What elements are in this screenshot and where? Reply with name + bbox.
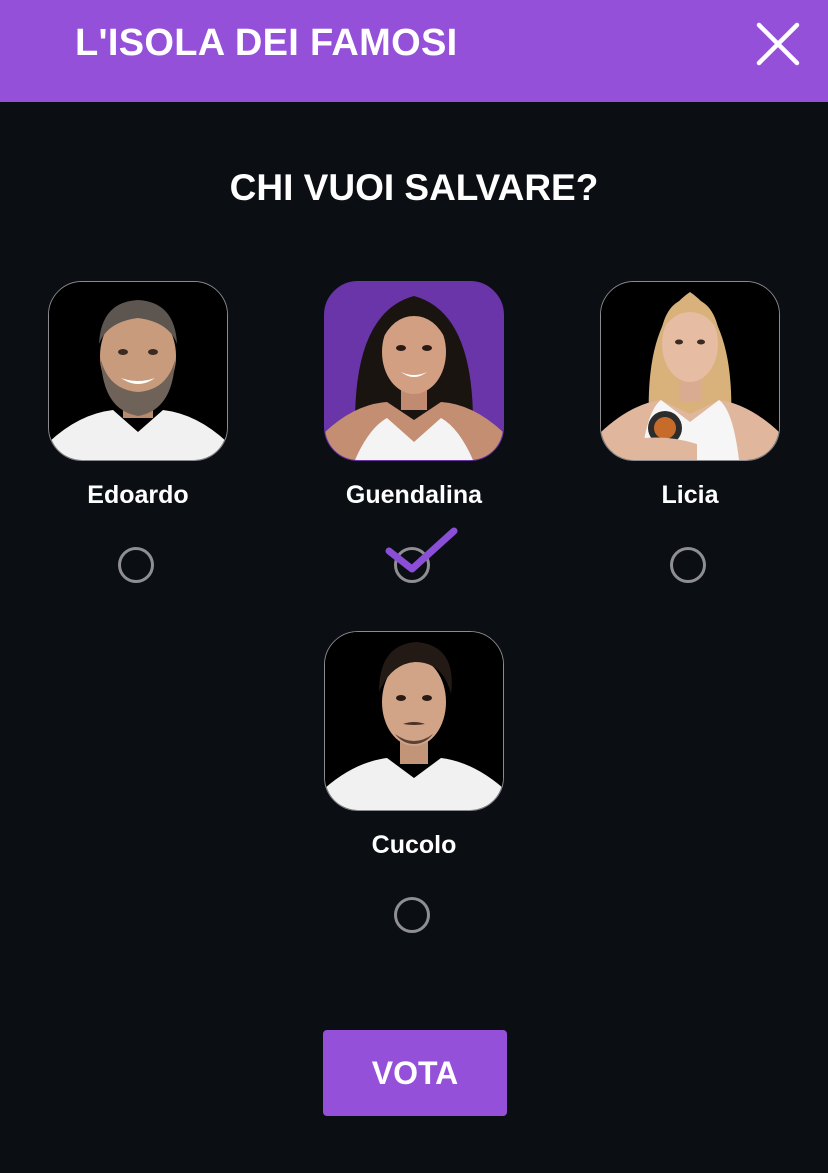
radio-cucolo[interactable] (394, 897, 430, 933)
avatar-guendalina[interactable] (324, 281, 504, 461)
candidate-name: Cucolo (371, 831, 457, 859)
app-title: L'ISOLA DEI FAMOSI (75, 22, 458, 64)
portrait-edoardo (49, 282, 227, 460)
radio-licia[interactable] (670, 547, 706, 583)
portrait-licia (601, 282, 779, 460)
portrait-cucolo (325, 632, 503, 810)
checkmark-icon (385, 527, 458, 573)
vote-question: CHI VUOI SALVARE? (229, 167, 599, 208)
candidate-name: Edoardo (87, 481, 189, 509)
avatar-cucolo[interactable] (324, 631, 504, 811)
candidate-name: Licia (661, 481, 719, 509)
avatar-edoardo[interactable] (48, 281, 228, 461)
avatar-licia[interactable] (600, 281, 780, 461)
close-icon (756, 22, 800, 66)
radio-edoardo[interactable] (118, 547, 154, 583)
vote-button[interactable]: VOTA (323, 1030, 507, 1116)
close-button[interactable] (752, 18, 804, 70)
portrait-guendalina (325, 282, 503, 460)
candidate-name: Guendalina (345, 481, 483, 509)
top-bar: L'ISOLA DEI FAMOSI (0, 0, 828, 102)
